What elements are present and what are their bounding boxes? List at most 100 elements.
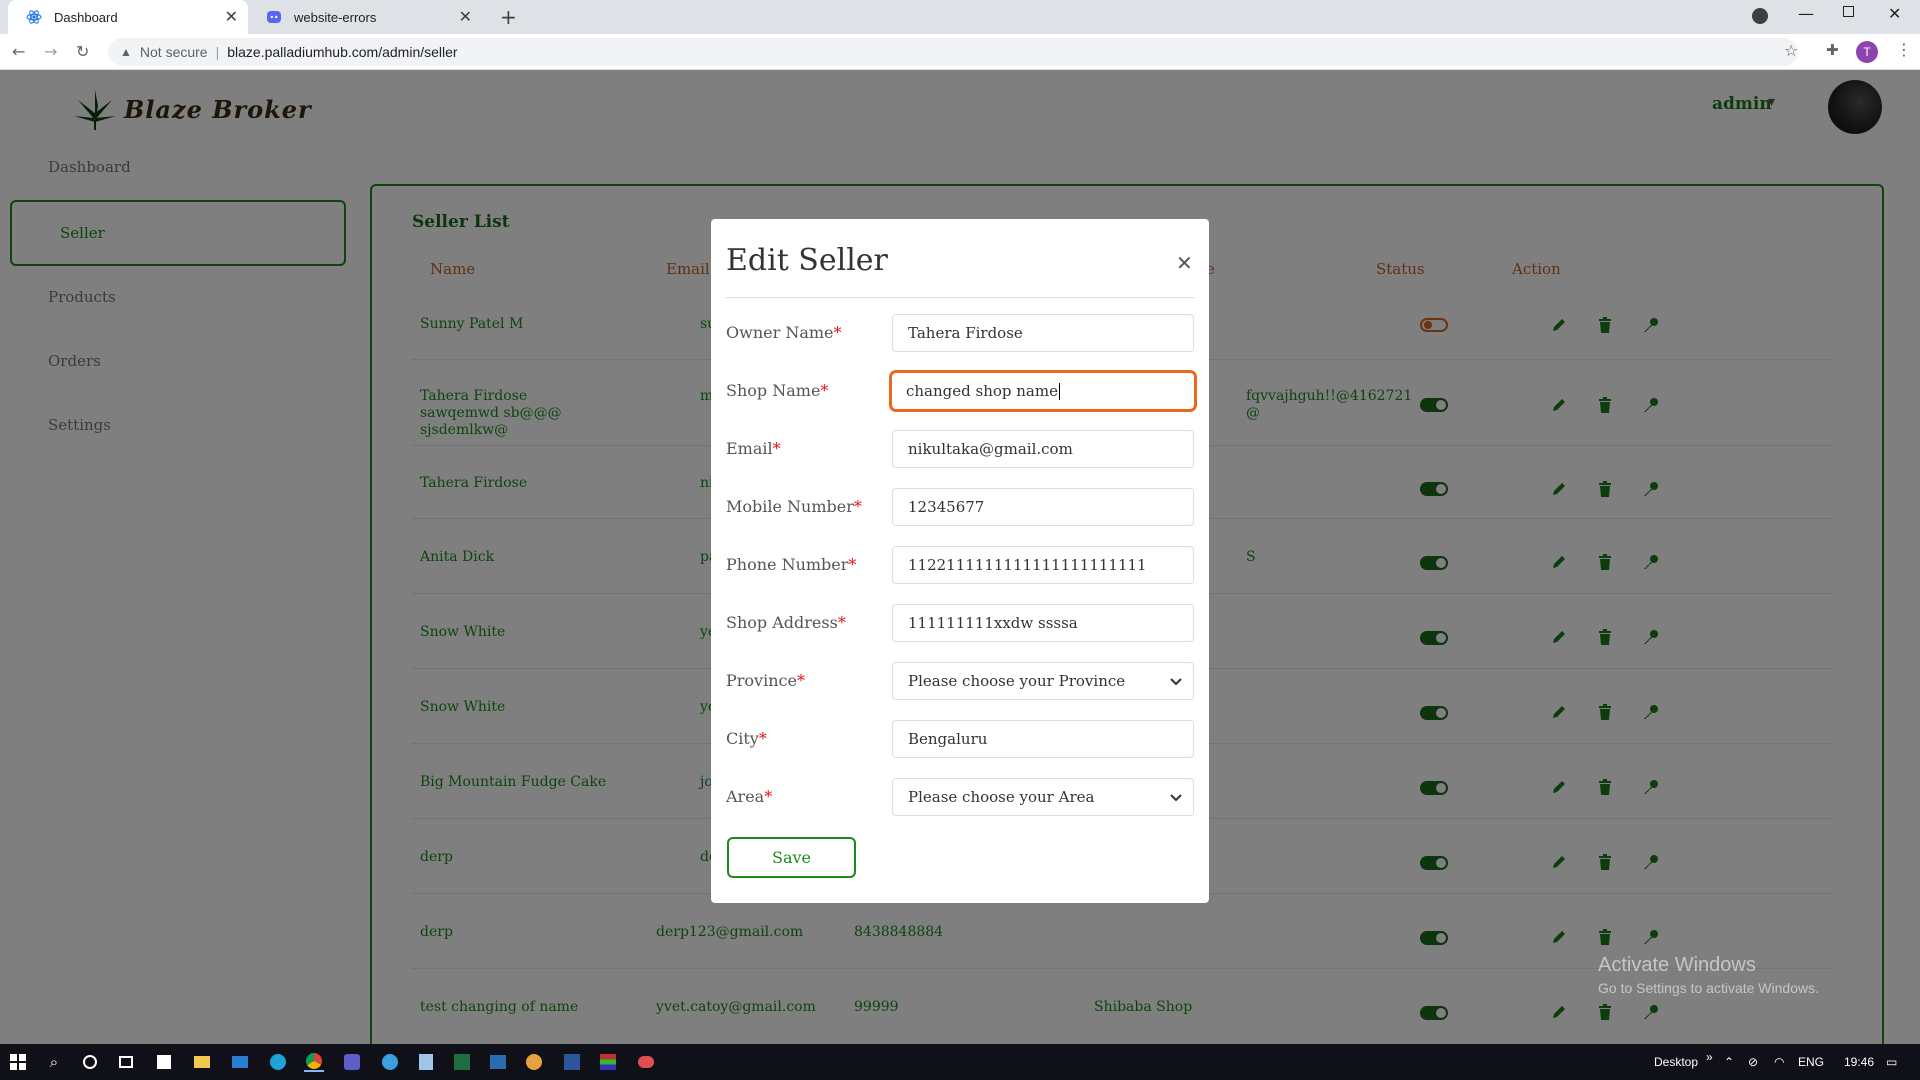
url-field[interactable]: ▲ Not secure | blaze.palladiumhub.com/ad…: [108, 38, 1798, 66]
word-icon[interactable]: [562, 1052, 582, 1072]
task-view-icon[interactable]: [116, 1052, 136, 1072]
required-mark: *: [758, 729, 767, 748]
shop-name-field[interactable]: changed shop name: [889, 370, 1197, 412]
required-mark: *: [833, 323, 842, 342]
photos-icon[interactable]: [488, 1052, 508, 1072]
field-value: 1122111111111111111111111: [908, 556, 1147, 574]
winrar-icon[interactable]: [598, 1052, 618, 1072]
email-field[interactable]: nikultaka@gmail.com: [892, 430, 1194, 468]
windows-start-icon[interactable]: [8, 1052, 28, 1072]
chrome-icon[interactable]: [304, 1052, 324, 1072]
shop-address-field[interactable]: 111111111xxdw ssssa: [892, 604, 1194, 642]
close-tab-icon[interactable]: ✕: [459, 7, 472, 27]
city-field[interactable]: Bengaluru: [892, 720, 1194, 758]
search-icon[interactable]: ⌕: [44, 1052, 64, 1072]
activation-watermark-title: Activate Windows: [1598, 954, 1756, 976]
windows-taskbar: ⌕ Desktop » ⌃ ⊘ ◠ ENG 19:46 ▭: [0, 1044, 1920, 1080]
chevron-down-icon: [1170, 794, 1182, 802]
select-value: Please choose your Province: [908, 672, 1126, 690]
modal-divider: [726, 297, 1194, 298]
phone-number-field[interactable]: 1122111111111111111111111: [892, 546, 1194, 584]
clock-time[interactable]: 19:46: [1844, 1055, 1874, 1069]
address-bar: ← → ↻ ▲ Not secure | blaze.palladiumhub.…: [0, 34, 1920, 70]
bookmark-star-icon[interactable]: ☆: [1784, 41, 1798, 60]
mobile-number-field[interactable]: 12345677: [892, 488, 1194, 526]
network-off-icon[interactable]: ⊘: [1748, 1055, 1758, 1069]
notification-icon[interactable]: ▭: [1886, 1055, 1897, 1069]
paint-icon[interactable]: [524, 1052, 544, 1072]
area-label: Area*: [726, 787, 772, 806]
shop-address-label: Shop Address*: [726, 613, 846, 632]
discord-icon: [266, 9, 282, 25]
chevron-up-icon[interactable]: ⌃: [1724, 1055, 1734, 1069]
react-icon: [26, 9, 42, 25]
city-label: City*: [726, 729, 767, 748]
close-tab-icon[interactable]: ✕: [225, 7, 238, 27]
app-icon[interactable]: [380, 1052, 400, 1072]
tab-title: website-errors: [294, 9, 377, 25]
email-label: Email*: [726, 439, 781, 458]
teams-icon[interactable]: [342, 1052, 362, 1072]
browser-menu-icon[interactable]: ⋮: [1896, 40, 1912, 59]
label-text: Email: [726, 439, 773, 458]
desktop-toolbar-label[interactable]: Desktop: [1654, 1055, 1698, 1069]
close-window-icon[interactable]: ✕: [1888, 4, 1901, 23]
field-value: 111111111xxdw ssssa: [908, 614, 1078, 632]
excel-icon[interactable]: [452, 1052, 472, 1072]
profile-avatar[interactable]: T: [1856, 41, 1878, 63]
required-mark: *: [796, 671, 805, 690]
label-text: Area: [726, 787, 765, 806]
reload-icon[interactable]: ↻: [76, 42, 89, 61]
store-icon[interactable]: [154, 1052, 174, 1072]
new-tab-icon[interactable]: +: [500, 5, 517, 29]
warning-icon[interactable]: ▲: [120, 45, 132, 59]
label-text: Shop Address: [726, 613, 838, 632]
url-text: blaze.palladiumhub.com/admin/seller: [227, 44, 458, 60]
label-text: Mobile Number: [726, 497, 854, 516]
notepad-icon[interactable]: [416, 1052, 436, 1072]
activation-watermark-subtitle: Go to Settings to activate Windows.: [1598, 980, 1819, 996]
extensions-icon[interactable]: ✚: [1826, 41, 1839, 59]
language-indicator[interactable]: ENG: [1798, 1055, 1824, 1069]
file-explorer-icon[interactable]: [192, 1052, 212, 1072]
required-mark: *: [853, 497, 862, 516]
save-button[interactable]: Save: [727, 837, 856, 878]
minimize-icon[interactable]: —: [1798, 4, 1814, 23]
forward-icon[interactable]: →: [44, 42, 57, 61]
tab-dashboard[interactable]: Dashboard ✕: [8, 0, 248, 34]
owner-name-label: Owner Name*: [726, 323, 842, 342]
tab-search-icon[interactable]: [1752, 8, 1768, 24]
required-mark: *: [764, 787, 773, 806]
close-icon[interactable]: ✕: [1176, 251, 1193, 275]
chevron-right-icon[interactable]: »: [1706, 1050, 1713, 1064]
snipping-icon[interactable]: [636, 1052, 656, 1072]
restore-icon[interactable]: [1843, 6, 1854, 17]
edit-seller-modal: Edit Seller ✕ Owner Name* Tahera Firdose…: [711, 219, 1209, 903]
province-select[interactable]: Please choose your Province: [892, 662, 1194, 700]
cortana-icon[interactable]: [80, 1052, 100, 1072]
field-value: changed shop name: [906, 382, 1058, 400]
text-caret: [1058, 382, 1060, 400]
owner-name-field[interactable]: Tahera Firdose: [892, 314, 1194, 352]
wifi-icon[interactable]: ◠: [1774, 1055, 1784, 1069]
shop-name-label: Shop Name*: [726, 381, 828, 400]
back-icon[interactable]: ←: [12, 42, 25, 61]
area-select[interactable]: Please choose your Area: [892, 778, 1194, 816]
required-mark: *: [837, 613, 846, 632]
required-mark: *: [820, 381, 829, 400]
modal-title: Edit Seller: [726, 243, 888, 278]
tab-website-errors[interactable]: website-errors ✕: [248, 0, 482, 34]
label-text: City: [726, 729, 759, 748]
mail-icon[interactable]: [230, 1052, 250, 1072]
browser-tabbar: Dashboard ✕ website-errors ✕ + — ✕: [0, 0, 1920, 34]
security-label: Not secure: [139, 44, 208, 60]
label-text: Phone Number: [726, 555, 849, 574]
field-value: nikultaka@gmail.com: [908, 440, 1073, 458]
edge-icon[interactable]: [268, 1052, 288, 1072]
omnibox-divider: |: [215, 44, 220, 60]
field-value: Bengaluru: [908, 730, 988, 748]
select-value: Please choose your Area: [908, 788, 1095, 806]
province-label: Province*: [726, 671, 805, 690]
chevron-down-icon: [1170, 678, 1182, 686]
field-value: Tahera Firdose: [908, 324, 1023, 342]
